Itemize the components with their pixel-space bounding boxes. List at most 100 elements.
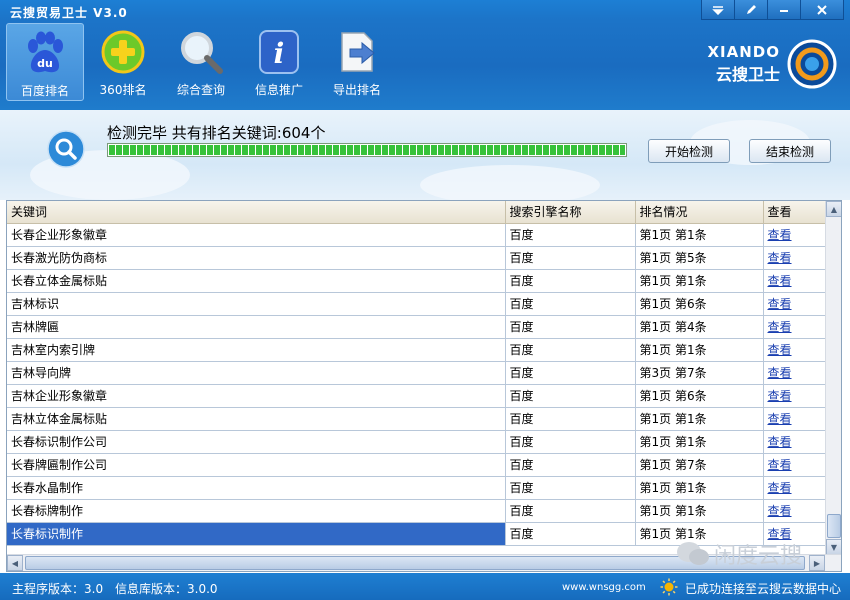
- table-row[interactable]: 长春标牌制作 百度 第1页 第1条 查看: [7, 499, 828, 523]
- cell-rank: 第1页 第6条: [635, 292, 764, 316]
- view-link[interactable]: 查看: [763, 246, 828, 270]
- stop-check-button[interactable]: 结束检测: [749, 139, 831, 163]
- table-header-row: 关键词 搜索引擎名称 排名情况 查看: [7, 201, 828, 224]
- view-link[interactable]: 查看: [763, 384, 828, 408]
- cell-keyword: 吉林牌匾: [7, 315, 506, 339]
- cell-keyword: 长春牌匾制作公司: [7, 453, 506, 477]
- search-status-icon: [47, 130, 85, 168]
- view-link[interactable]: 查看: [763, 315, 828, 339]
- table-row[interactable]: 长春企业形象徽章 百度 第1页 第1条 查看: [7, 223, 828, 247]
- baidu-paw-icon: du: [20, 28, 70, 78]
- watermark-text: 闲度云搜: [714, 544, 803, 569]
- view-link[interactable]: 查看: [763, 292, 828, 316]
- title-toolbar-bar: 云搜贸易卫士 V3.0 du 百度排名 360排名 综合查询 i 信息推广 导出…: [0, 0, 850, 110]
- scroll-up-icon[interactable]: ▲: [826, 201, 841, 217]
- cell-engine: 百度: [505, 361, 636, 385]
- results-table: 关键词 搜索引擎名称 排名情况 查看 长春企业形象徽章 百度 第1页 第1条 查看 长春…: [7, 201, 828, 546]
- table-row[interactable]: 吉林立体金属标贴 百度 第1页 第1条 查看: [7, 407, 828, 431]
- cell-engine: 百度: [505, 499, 636, 523]
- cell-keyword: 长春立体金属标贴: [7, 269, 506, 293]
- info-icon: i: [254, 27, 304, 77]
- edit-icon[interactable]: [734, 0, 768, 20]
- view-link[interactable]: 查看: [763, 476, 828, 500]
- cell-keyword: 吉林立体金属标贴: [7, 407, 506, 431]
- progress-fill: [109, 145, 625, 155]
- tool-export-rank[interactable]: 导出排名: [318, 23, 396, 101]
- cell-keyword: 吉林导向牌: [7, 361, 506, 385]
- table-row[interactable]: 吉林牌匾 百度 第1页 第4条 查看: [7, 315, 828, 339]
- table-row[interactable]: 长春标识制作公司 百度 第1页 第1条 查看: [7, 430, 828, 454]
- cell-engine: 百度: [505, 269, 636, 293]
- scroll-down-icon[interactable]: ▼: [826, 539, 841, 555]
- cell-engine: 百度: [505, 315, 636, 339]
- table-row[interactable]: 长春牌匾制作公司 百度 第1页 第7条 查看: [7, 453, 828, 477]
- tool-label: 百度排名: [20, 84, 69, 98]
- tool-baidu-rank[interactable]: du 百度排名: [6, 23, 84, 101]
- col-header-view[interactable]: 查看: [763, 201, 828, 224]
- export-arrow-icon: [332, 27, 382, 77]
- magnifier-icon: [176, 27, 226, 77]
- tool-info-promotion[interactable]: i 信息推广: [240, 23, 318, 101]
- cell-keyword: 长春水晶制作: [7, 476, 506, 500]
- tool-label: 360排名: [99, 83, 147, 97]
- minimize-icon[interactable]: [767, 0, 801, 20]
- cell-rank: 第1页 第4条: [635, 315, 764, 339]
- cell-engine: 百度: [505, 338, 636, 362]
- cell-keyword: 吉林企业形象徽章: [7, 384, 506, 408]
- vertical-scrollbar[interactable]: ▲ ▼: [825, 201, 841, 555]
- table-row[interactable]: 吉林导向牌 百度 第3页 第7条 查看: [7, 361, 828, 385]
- col-header-rank[interactable]: 排名情况: [635, 201, 764, 224]
- table-row[interactable]: 吉林企业形象徽章 百度 第1页 第6条 查看: [7, 384, 828, 408]
- cell-rank: 第1页 第1条: [635, 338, 764, 362]
- scroll-left-icon[interactable]: ◀: [7, 555, 23, 571]
- view-link[interactable]: 查看: [763, 361, 828, 385]
- cell-engine: 百度: [505, 522, 636, 546]
- cell-rank: 第1页 第5条: [635, 246, 764, 270]
- view-link[interactable]: 查看: [763, 430, 828, 454]
- tool-combined-query[interactable]: 综合查询: [162, 23, 240, 101]
- tool-label: 信息推广: [254, 83, 303, 97]
- cell-keyword: 长春标识制作公司: [7, 430, 506, 454]
- db-version: 信息库版本：3.0.0: [115, 582, 218, 596]
- menu-icon[interactable]: [701, 0, 735, 20]
- logo-emblem-icon: [787, 39, 837, 89]
- tool-360-rank[interactable]: 360排名: [84, 23, 162, 101]
- scroll-right-icon[interactable]: ▶: [809, 555, 825, 571]
- brand-logo: XIANDO 云搜卫士: [707, 38, 838, 90]
- view-link[interactable]: 查看: [763, 223, 828, 247]
- website-link[interactable]: www.wnsgg.com: [562, 582, 646, 593]
- cell-keyword: 长春激光防伪商标: [7, 246, 506, 270]
- logo-line2: 云搜卫士: [715, 65, 780, 84]
- cell-rank: 第1页 第7条: [635, 453, 764, 477]
- table-row[interactable]: 长春立体金属标贴 百度 第1页 第1条 查看: [7, 269, 828, 293]
- cell-engine: 百度: [505, 384, 636, 408]
- close-icon[interactable]: [800, 0, 844, 20]
- window-title: 云搜贸易卫士 V3.0: [10, 6, 128, 20]
- cell-keyword: 长春标牌制作: [7, 499, 506, 523]
- connection-status: 已成功连接至云搜云数据中心: [685, 582, 842, 596]
- cell-rank: 第3页 第7条: [635, 361, 764, 385]
- plus-360-icon: [98, 27, 148, 77]
- view-link[interactable]: 查看: [763, 499, 828, 523]
- results-table-panel: 关键词 搜索引擎名称 排名情况 查看 长春企业形象徽章 百度 第1页 第1条 查看 长春…: [6, 200, 842, 572]
- col-header-keyword[interactable]: 关键词: [7, 201, 506, 224]
- wechat-icon: [677, 542, 709, 565]
- view-link[interactable]: 查看: [763, 453, 828, 477]
- table-row[interactable]: 长春激光防伪商标 百度 第1页 第5条 查看: [7, 246, 828, 270]
- cell-rank: 第1页 第1条: [635, 269, 764, 293]
- window-controls: [701, 0, 844, 20]
- cell-engine: 百度: [505, 223, 636, 247]
- cell-rank: 第1页 第1条: [635, 407, 764, 431]
- view-link[interactable]: 查看: [763, 338, 828, 362]
- main-toolbar: du 百度排名 360排名 综合查询 i 信息推广 导出排名: [6, 23, 396, 101]
- table-row[interactable]: 吉林室内索引牌 百度 第1页 第1条 查看: [7, 338, 828, 362]
- cell-rank: 第1页 第1条: [635, 430, 764, 454]
- start-check-button[interactable]: 开始检测: [648, 139, 730, 163]
- vertical-scroll-thumb[interactable]: [827, 514, 841, 538]
- col-header-engine[interactable]: 搜索引擎名称: [505, 201, 636, 224]
- view-link[interactable]: 查看: [763, 407, 828, 431]
- table-row[interactable]: 长春水晶制作 百度 第1页 第1条 查看: [7, 476, 828, 500]
- view-link[interactable]: 查看: [763, 269, 828, 293]
- table-row[interactable]: 吉林标识 百度 第1页 第6条 查看: [7, 292, 828, 316]
- main-version: 主程序版本：3.0: [12, 582, 104, 596]
